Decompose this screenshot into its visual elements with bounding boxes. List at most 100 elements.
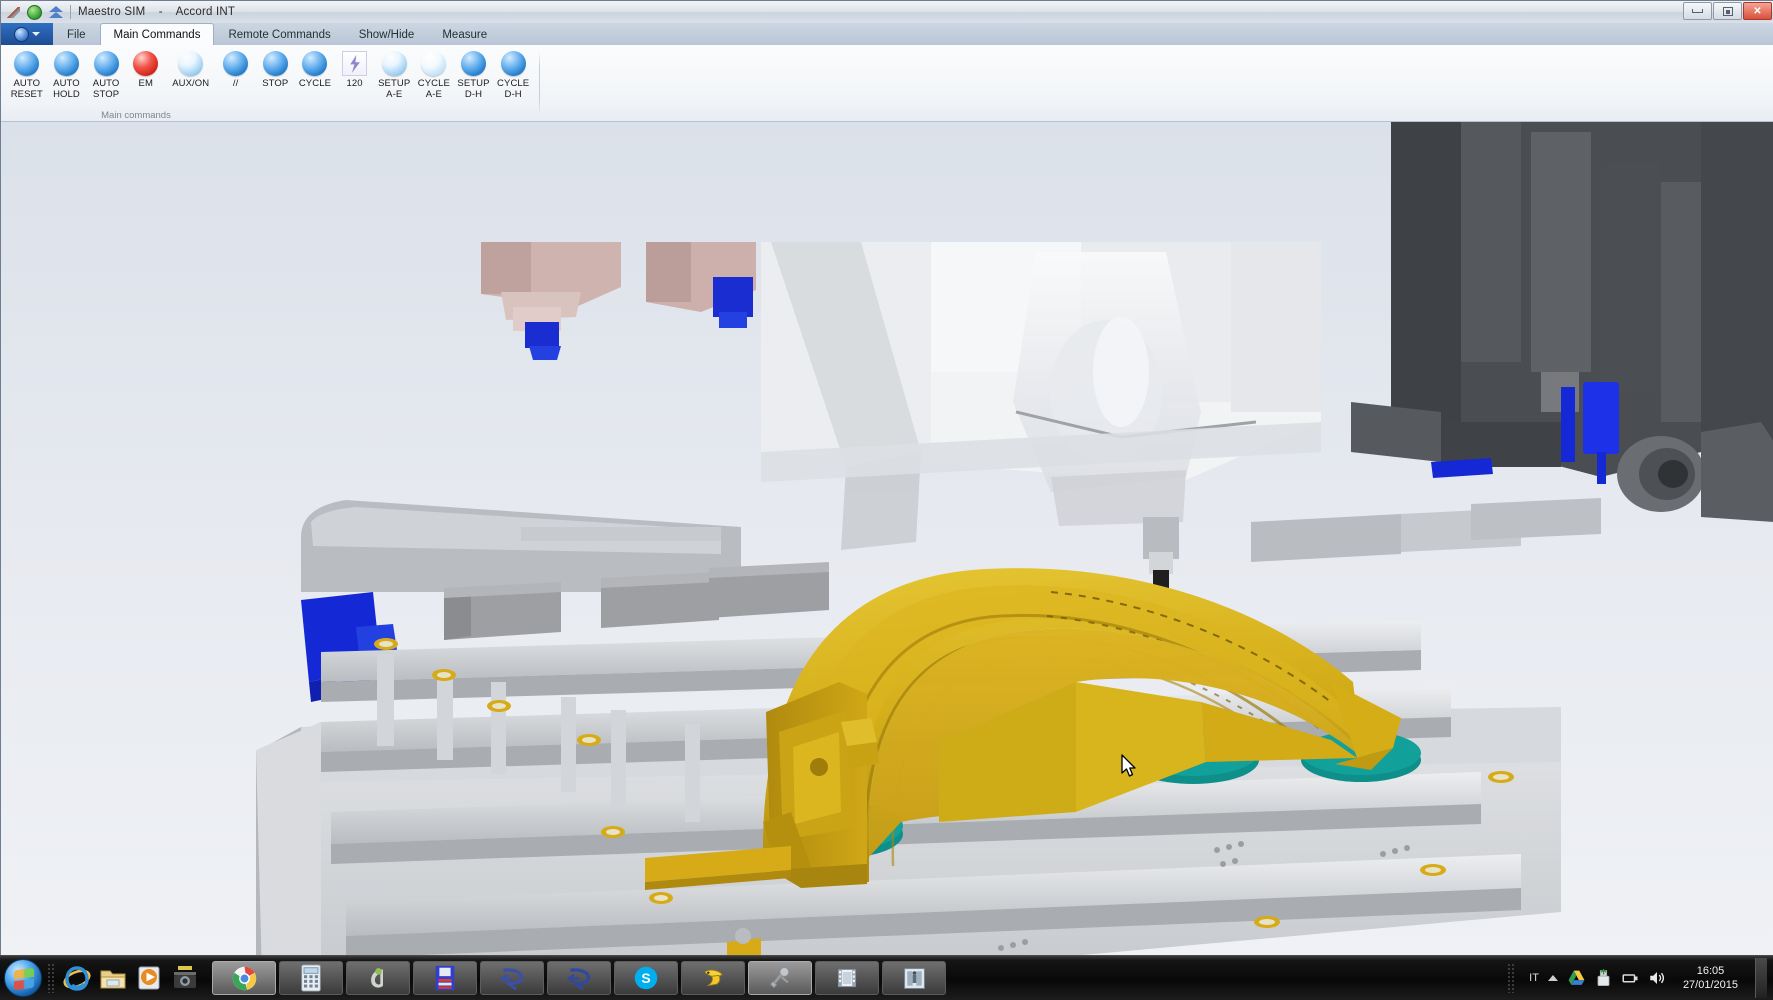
autocad-icon [365,965,392,992]
internet-explorer-icon[interactable] [62,963,92,993]
calculator-icon [299,964,323,992]
cycle-a-e-button[interactable]: CYCLE A-E [414,48,454,100]
maestro-sim-icon [565,965,594,992]
aux-on-button[interactable]: AUX/ON [166,48,216,90]
parallel-button[interactable]: // [216,48,256,90]
save-disk-icon [433,964,457,992]
blue-cylinder [1561,387,1575,462]
taskbar-button-skype[interactable]: S [614,961,678,995]
toolbar-grip[interactable] [47,963,55,993]
taskbar-button-calculator[interactable] [279,961,343,995]
tab-show-hide[interactable]: Show/Hide [345,24,429,45]
safely-remove-hardware-icon[interactable] [1595,969,1612,988]
folder-icon[interactable] [98,963,128,993]
camera-icon[interactable] [170,963,200,993]
network-icon[interactable] [1621,969,1639,987]
cycle-d-h-button[interactable]: CYCLE D-H [493,48,533,100]
language-indicator[interactable]: IT [1529,972,1539,984]
auto-reset-label: AUTO RESET [11,79,43,100]
blue-tool-block [525,322,559,348]
tray-grip[interactable] [1507,963,1515,993]
parallel-led-icon [223,51,248,76]
title-bar: Maestro SIM - Accord INT ✕ [1,1,1773,23]
svg-text:S: S [641,970,650,986]
taskbar-button-autocad[interactable] [346,961,410,995]
close-icon: ✕ [1753,6,1761,17]
system-tray: IT 16:05 27/01/ [1502,958,1773,998]
auto-stop-led-icon [94,51,119,76]
ribbon-tab-strip: File Main Commands Remote Commands Show/… [1,23,1773,45]
tab-remote-commands[interactable]: Remote Commands [214,24,344,45]
setup-d-h-led-icon [461,51,486,76]
media-player-icon[interactable] [134,963,164,993]
taskbar-button-machine-panel[interactable] [882,961,946,995]
stop-button[interactable]: STOP [255,48,295,90]
tab-file[interactable]: File [53,24,100,45]
cycle-button[interactable]: CYCLE [295,48,335,90]
window-title-app: Maestro SIM [78,6,145,18]
ribbon-group-divider [539,51,540,115]
film-icon [834,965,860,991]
auto-hold-label: AUTO HOLD [53,79,80,100]
skype-icon: S [633,965,659,991]
show-desktop-button[interactable] [1755,958,1767,998]
blue-chevrons-up-icon[interactable] [48,5,64,20]
taskbar-button-maestro[interactable] [480,961,544,995]
taskbar-button-chrome[interactable] [212,961,276,995]
screen-root: Maestro SIM - Accord INT ✕ File Main Com… [0,0,1773,1000]
taskbar-button-recorder[interactable] [681,961,745,995]
aux-on-led-icon [178,51,203,76]
cnc-3d-simulation-view[interactable] [1,122,1773,956]
restore-button[interactable] [1713,2,1742,20]
auto-hold-button[interactable]: AUTO HOLD [47,48,87,100]
minimize-button[interactable] [1683,2,1712,20]
google-drive-icon[interactable] [1567,969,1586,988]
taskbar-button-tool-manager[interactable] [748,961,812,995]
taskbar-button-maestro-sim[interactable] [547,961,611,995]
close-button[interactable]: ✕ [1743,2,1772,20]
table-side-panel [256,722,321,956]
cycle-a-e-label: CYCLE A-E [418,79,450,100]
taskbar-button-video-editor[interactable] [815,961,879,995]
green-circle-icon[interactable] [27,5,42,20]
window-title-doc: Accord INT [176,6,236,18]
ribbon-group-title: Main commands [1,110,271,121]
window-controls: ✕ [1683,2,1772,20]
auto-reset-button[interactable]: AUTO RESET [7,48,47,100]
em-button[interactable]: EM [126,48,166,90]
cycle-d-h-label: CYCLE D-H [497,79,529,100]
aux-on-label: AUX/ON [172,79,209,90]
setup-d-h-button[interactable]: SETUP D-H [454,48,494,100]
stop-label: STOP [262,79,288,90]
pencil-icon[interactable] [5,4,22,21]
app-orb-icon [14,27,29,42]
wincam-icon [699,965,728,991]
title-separator [70,5,71,19]
machine-icon [901,965,928,992]
simulation-canvas [1,122,1773,956]
tab-measure[interactable]: Measure [428,24,501,45]
start-button[interactable] [4,959,42,997]
setup-d-h-label: SETUP D-H [457,79,489,100]
auto-stop-button[interactable]: AUTO STOP [86,48,126,100]
show-hidden-icons-icon[interactable] [1548,975,1558,981]
setup-a-e-led-icon [382,51,407,76]
tool-icon [766,965,794,991]
speed-120-button[interactable]: 120 [335,48,375,90]
windows-taskbar: S [0,955,1773,1000]
setup-a-e-label: SETUP A-E [378,79,410,100]
setup-a-e-button[interactable]: SETUP A-E [374,48,414,100]
quick-launch-bar [60,963,200,993]
stop-led-icon [263,51,288,76]
volume-icon[interactable] [1648,969,1666,987]
window-title: Maestro SIM - Accord INT [78,6,235,18]
em-label: EM [139,79,153,90]
clock[interactable]: 16:05 27/01/2015 [1675,964,1746,992]
em-led-icon [133,51,158,76]
tab-main-commands[interactable]: Main Commands [100,23,215,45]
parallel-label: // [233,79,238,90]
taskbar-button-save-disk[interactable] [413,961,477,995]
application-menu-button[interactable] [1,23,53,45]
chrome-icon [231,965,258,992]
auto-reset-led-icon [14,51,39,76]
